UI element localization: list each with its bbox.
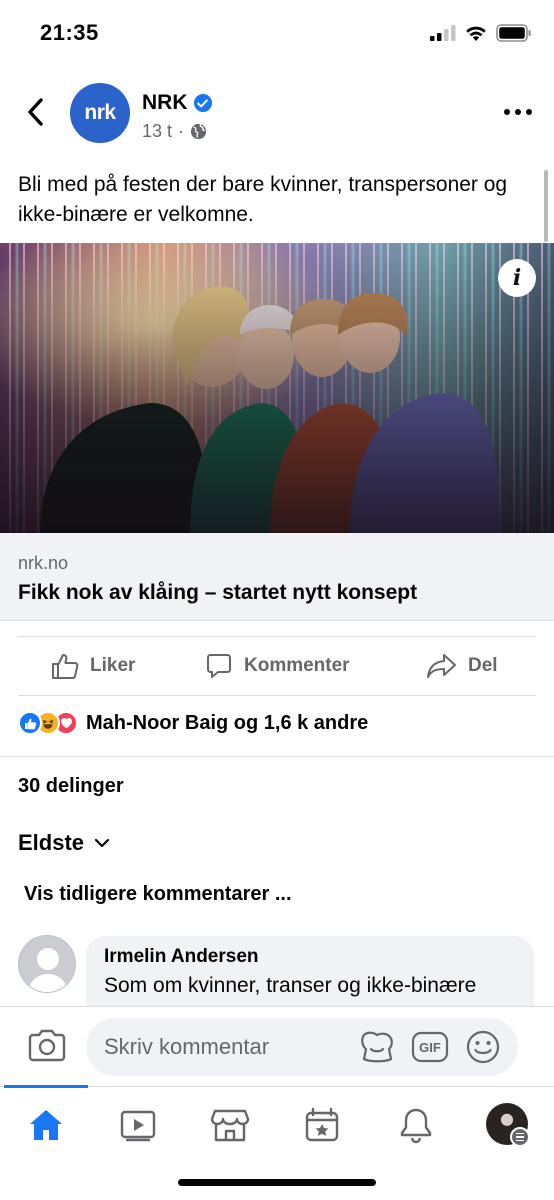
bell-icon	[400, 1108, 432, 1144]
page-name-row: NRK	[142, 91, 212, 115]
comment-button[interactable]: Kommenter	[204, 651, 350, 681]
tab-watch[interactable]	[116, 1105, 160, 1145]
default-avatar-icon	[19, 936, 75, 992]
nrk-logo-text: nrk	[84, 101, 116, 124]
back-button[interactable]	[20, 94, 50, 130]
menu-icon	[510, 1127, 530, 1147]
comment-label: Kommenter	[244, 655, 350, 676]
reactions-text: Mah-Noor Baig og 1,6 k andre	[86, 711, 369, 734]
like-label: Liker	[90, 655, 136, 676]
divider	[0, 756, 554, 757]
reactions-summary[interactable]: Mah-Noor Baig og 1,6 k andre	[18, 711, 368, 735]
wifi-icon	[466, 26, 486, 41]
status-icons	[430, 24, 532, 42]
comment-bubble[interactable]: Irmelin Andersen Som om kvinner, transer…	[86, 936, 534, 1016]
tab-home[interactable]	[24, 1105, 68, 1145]
battery-icon	[496, 24, 531, 42]
comment-author[interactable]: Irmelin Andersen	[104, 946, 516, 968]
avatar-sticker-button[interactable]	[358, 1029, 396, 1065]
page-name[interactable]: NRK	[142, 91, 188, 115]
gif-label: GIF	[419, 1039, 441, 1055]
post-text: Bli med på festen der bare kvinner, tran…	[18, 173, 508, 226]
share-arrow-icon	[427, 654, 456, 678]
post-header: nrk NRK 13 t ·	[0, 80, 554, 146]
action-bar: Liker Kommenter Del	[18, 636, 536, 696]
tab-marketplace[interactable]	[208, 1105, 252, 1145]
like-icon	[18, 711, 42, 735]
status-time: 21:35	[40, 20, 99, 45]
scroll-indicator	[544, 170, 548, 242]
comment-avatar[interactable]	[18, 935, 76, 993]
home-icon	[30, 1110, 62, 1140]
emoji-button[interactable]	[464, 1029, 502, 1065]
cellular-signal-icon	[430, 25, 456, 41]
back-arrow-icon	[28, 98, 43, 126]
party-photo	[0, 243, 554, 533]
status-bar: 21:35	[0, 0, 554, 64]
page-avatar[interactable]: nrk	[70, 83, 130, 143]
verified-badge-icon	[193, 94, 212, 112]
more-dots-icon	[504, 109, 510, 115]
smiley-icon	[466, 1030, 500, 1064]
camera-button[interactable]	[26, 1027, 68, 1065]
tab-news-feed[interactable]	[300, 1105, 344, 1145]
gif-button[interactable]: GIF	[411, 1029, 449, 1065]
home-indicator	[178, 1179, 376, 1186]
share-label: Del	[468, 655, 498, 676]
link-title: Fikk nok av klåing – startet nytt konsep…	[18, 581, 418, 604]
ad-info-button[interactable]: i	[498, 259, 536, 297]
like-button[interactable]: Liker	[50, 651, 135, 681]
camera-icon	[28, 1029, 66, 1062]
link-domain: nrk.no	[18, 553, 69, 573]
shares-count[interactable]: 30 delinger	[18, 775, 124, 798]
tab-notifications[interactable]	[394, 1105, 438, 1145]
meta-separator: ·	[178, 121, 185, 141]
comment-composer: GIF	[0, 1006, 554, 1086]
globe-icon	[190, 123, 207, 140]
view-earlier-comments-link[interactable]: Vis tidligere kommentarer ...	[24, 883, 292, 906]
sort-label: Eldste	[18, 830, 85, 855]
more-options-button[interactable]	[504, 102, 532, 122]
share-button[interactable]: Del	[426, 651, 498, 681]
video-icon	[120, 1110, 156, 1142]
like-thumb-icon	[52, 654, 79, 679]
comment-sort-dropdown[interactable]: Eldste	[18, 830, 110, 856]
post-image[interactable]: i	[0, 243, 554, 533]
link-preview[interactable]: nrk.no Fikk nok av klåing – startet nytt…	[0, 533, 554, 621]
post-time: 13 t	[142, 121, 173, 141]
post-meta: 13 t ·	[142, 121, 207, 142]
comment-text: Som om kvinner, transer og ikke-binære	[104, 974, 477, 997]
marketplace-icon	[210, 1109, 250, 1142]
news-star-icon	[305, 1107, 339, 1142]
comment-bubble-icon	[207, 654, 231, 678]
avatar-sticker-icon	[361, 1031, 393, 1063]
chevron-down-icon	[94, 838, 110, 848]
comment-input[interactable]	[86, 1018, 518, 1076]
active-tab-indicator	[4, 1085, 88, 1088]
